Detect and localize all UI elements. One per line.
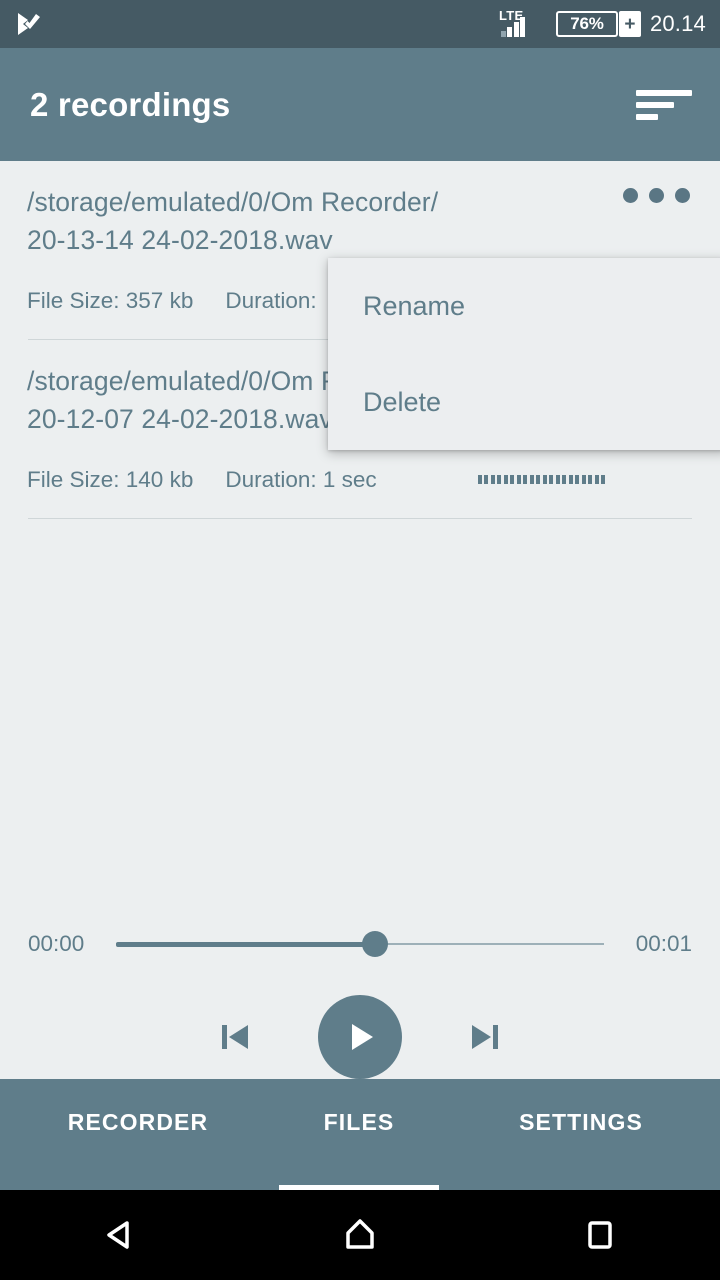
status-bar-clock: 20.14 [649, 11, 706, 36]
app-bar-actions [636, 89, 692, 120]
play-icon[interactable] [318, 995, 402, 1079]
skip-previous-icon[interactable] [214, 1016, 256, 1058]
file-path-text: /storage/emulated/0/Om Recorder/ 20-13-1… [0, 161, 720, 259]
seek-row: 00:00 00:01 [0, 931, 720, 957]
total-time-label: 00:01 [635, 931, 692, 956]
page-title: 2 recordings [30, 85, 231, 123]
mini-waveform-icon [477, 475, 605, 484]
battery-plus-icon: + [618, 11, 641, 37]
file-path-line2: 20-12-07 24-02-2018.wav [27, 404, 333, 434]
app-bar: 2 recordings [0, 48, 720, 161]
sort-lines-icon[interactable] [636, 89, 692, 120]
file-duration-label: Duration: 1 sec [225, 467, 377, 492]
audio-player: 00:00 00:01 [0, 931, 720, 1079]
current-time-label: 00:00 [28, 931, 85, 956]
recents-square-icon[interactable] [480, 1213, 720, 1257]
back-triangle-icon[interactable] [0, 1213, 240, 1257]
more-horizontal-icon[interactable] [623, 188, 690, 203]
transport-controls [0, 995, 720, 1079]
tab-label: SETTINGS [519, 1109, 643, 1135]
seek-slider[interactable] [116, 931, 604, 957]
file-path-line1: /storage/emulated/0/Om Recorder/ [27, 187, 439, 217]
file-size-label: File Size: 140 kb [27, 467, 194, 492]
tab-recorder[interactable]: RECORDER [0, 1079, 276, 1190]
menu-item-rename[interactable]: Rename [328, 258, 720, 354]
bottom-tab-bar: RECORDER FILES SETTINGS [0, 1079, 720, 1190]
play-check-icon [14, 9, 44, 39]
seek-track-fill [116, 941, 375, 947]
skip-next-icon[interactable] [464, 1016, 506, 1058]
status-bar: LTE 76% + 20.14 [0, 0, 720, 48]
status-bar-icons: LTE 76% + 20.14 [499, 8, 706, 40]
seek-thumb[interactable] [361, 931, 388, 957]
context-menu: Rename Delete [328, 258, 720, 450]
list-divider [28, 518, 692, 519]
menu-item-delete[interactable]: Delete [328, 354, 720, 450]
signal-bars-icon: LTE [499, 8, 547, 40]
file-size-label: File Size: 357 kb [27, 288, 194, 313]
battery-percent-label: 76% [555, 11, 618, 37]
android-navigation-bar [0, 1190, 720, 1280]
tab-label: RECORDER [67, 1109, 209, 1135]
battery-indicator: 76% + [555, 11, 641, 37]
tab-label: FILES [323, 1109, 395, 1135]
tab-files[interactable]: FILES [276, 1079, 442, 1190]
file-duration-label: Duration: [225, 288, 317, 313]
app-screen: LTE 76% + 20.14 2 recordings /storage/em… [0, 0, 720, 1280]
tab-settings[interactable]: SETTINGS [442, 1079, 720, 1190]
home-pentagon-icon[interactable] [240, 1213, 480, 1257]
signal-strength-icon [500, 17, 526, 37]
file-path-line2: 20-13-14 24-02-2018.wav [27, 225, 333, 255]
